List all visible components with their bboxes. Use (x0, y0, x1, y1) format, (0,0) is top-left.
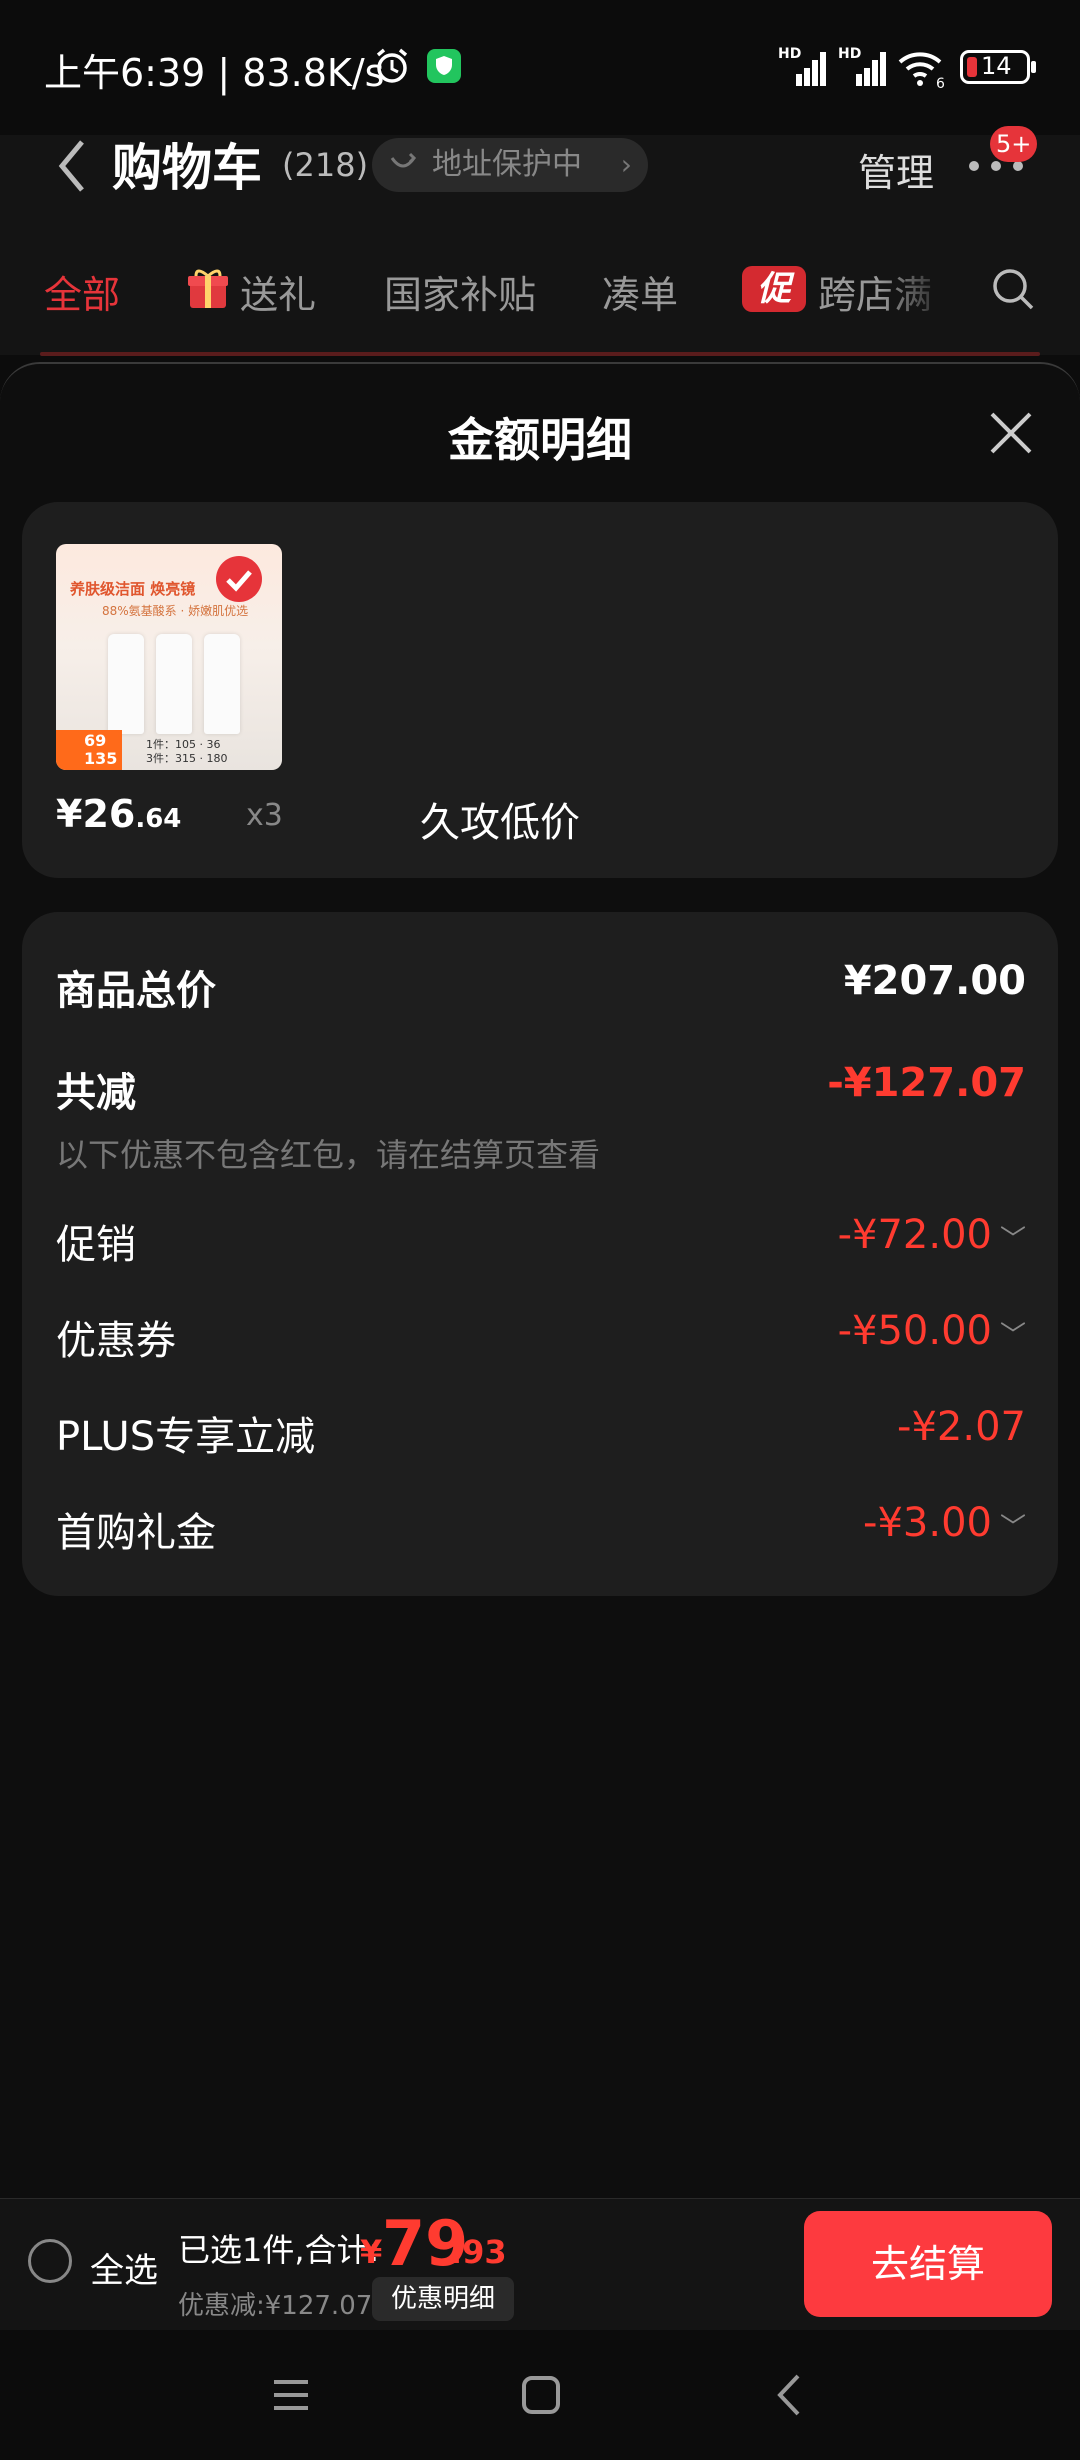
discount-summary: 优惠减:¥127.07 (178, 2291, 373, 2321)
svg-text:HD: HD (778, 46, 801, 62)
discount-detail-button[interactable]: 优惠明细 (372, 2277, 514, 2321)
tab-add-on[interactable]: 凑单 (602, 264, 678, 319)
total-currency: ¥ (360, 2233, 383, 2271)
plus-discount-label: PLUS专享立减 (56, 1414, 316, 1460)
selection-summary: 已选1件,合计: (178, 2231, 380, 2269)
manage-button[interactable]: 管理 (858, 142, 934, 197)
back-nav-icon[interactable] (766, 2370, 816, 2420)
promotion-row[interactable]: -¥72.00 ﹀ (838, 1212, 1026, 1258)
gift-icon (188, 269, 228, 308)
overlay-caption: 久攻低价 (420, 800, 580, 846)
signal-icon: HD (778, 46, 826, 86)
chevron-down-icon: ﹀ (999, 1513, 1026, 1543)
promo-icon: 促 (742, 266, 806, 312)
svg-text:HD: HD (838, 46, 861, 62)
shield-icon (427, 49, 461, 83)
reduce-value: -¥127.07 (827, 1060, 1026, 1106)
menu-icon[interactable] (266, 2370, 316, 2420)
sheet-title: 金额明细 (448, 413, 632, 467)
chevron-down-icon: ﹀ (999, 1321, 1026, 1351)
cart-count: (218) (282, 146, 369, 184)
tab-national-subsidy[interactable]: 国家补贴 (384, 264, 536, 319)
product-quantity: x3 (246, 798, 283, 833)
checkout-button[interactable]: 去结算 (804, 2211, 1052, 2317)
plus-discount-value: -¥2.07 (897, 1404, 1026, 1450)
address-protection-pill[interactable]: 地址保护中 › (372, 138, 648, 192)
select-all-label[interactable]: 全选 (90, 2243, 158, 2292)
total-value: ¥207.00 (843, 958, 1026, 1004)
discount-note: 以下优惠不包含红包，请在结算页查看 (56, 1136, 601, 1174)
coupon-label: 优惠券 (56, 1318, 176, 1364)
battery-icon: 14 (960, 50, 1036, 84)
home-icon[interactable] (516, 2370, 566, 2420)
smile-icon (390, 152, 417, 168)
total-decimal: .93 (450, 2233, 507, 2271)
page-title: 购物车 (112, 139, 262, 197)
wifi-icon: 6 (898, 52, 945, 88)
svg-text:6: 6 (936, 76, 945, 88)
divider (40, 352, 1040, 356)
signal-icon-2: HD (838, 46, 886, 86)
address-protection-label: 地址保护中 (432, 147, 582, 182)
search-icon[interactable] (990, 266, 1036, 312)
reduce-label: 共减 (56, 1070, 136, 1116)
checkout-bar: 全选 已选1件,合计: ¥ 79 .93 优惠减:¥127.07 优惠明细 去结… (0, 2198, 1080, 2330)
coupon-row[interactable]: -¥50.00 ﹀ (838, 1308, 1026, 1354)
status-bar: 上午6:39 | 83.8K/s HD HD 6 14 (0, 0, 1080, 135)
close-icon[interactable] (988, 410, 1034, 456)
amount-detail-sheet: 金额明细 养肤级洁面 焕亮镜 88%氨基酸系 · 娇嫩肌优选 69 135 1件：… (0, 362, 1080, 2198)
first-purchase-label: 首购礼金 (56, 1510, 216, 1556)
chevron-down-icon: ﹀ (999, 1225, 1026, 1255)
product-price: ¥26.64 (56, 792, 182, 836)
status-time: 上午6:39 | 83.8K/s (44, 51, 385, 95)
total-label: 商品总价 (56, 968, 216, 1014)
select-all-radio[interactable] (28, 2239, 72, 2283)
first-purchase-row[interactable]: -¥3.00 ﹀ (863, 1500, 1026, 1546)
price-breakdown-card: 商品总价 ¥207.00 共减 -¥127.07 以下优惠不包含红包，请在结算页… (22, 912, 1058, 1596)
tab-gift[interactable]: 送礼 (240, 264, 316, 319)
chevron-right-icon: › (620, 148, 632, 181)
tab-fade (880, 236, 950, 346)
check-icon[interactable] (216, 556, 262, 602)
promotion-label: 促销 (56, 1222, 136, 1268)
message-badge: 5+ (990, 126, 1038, 162)
alarm-icon (376, 48, 408, 83)
back-icon[interactable] (56, 138, 88, 194)
system-nav-bar (0, 2330, 1080, 2460)
tab-all[interactable]: 全部 (44, 264, 120, 319)
